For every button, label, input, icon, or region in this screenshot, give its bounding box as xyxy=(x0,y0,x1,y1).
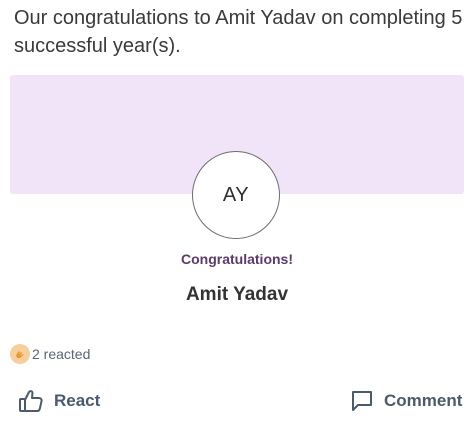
comment-label: Comment xyxy=(384,391,463,410)
avatar: AY xyxy=(192,151,280,239)
post-text: Our congratulations to Amit Yadav on com… xyxy=(14,7,463,57)
honoree-name: Amit Yadav xyxy=(185,284,289,305)
avatar-initials: AY xyxy=(222,183,250,206)
thumbs-up-icon xyxy=(18,389,44,413)
react-button[interactable]: React xyxy=(18,389,100,413)
reaction-summary[interactable]: 2 reacted xyxy=(10,344,90,364)
congratulations-headline: Congratulations! xyxy=(181,251,293,267)
react-label: React xyxy=(54,391,101,410)
comment-button[interactable]: Comment xyxy=(350,389,462,413)
speech-bubble-icon xyxy=(350,389,374,413)
reaction-count: 2 reacted xyxy=(32,346,91,362)
clap-emoji-icon xyxy=(10,344,30,364)
